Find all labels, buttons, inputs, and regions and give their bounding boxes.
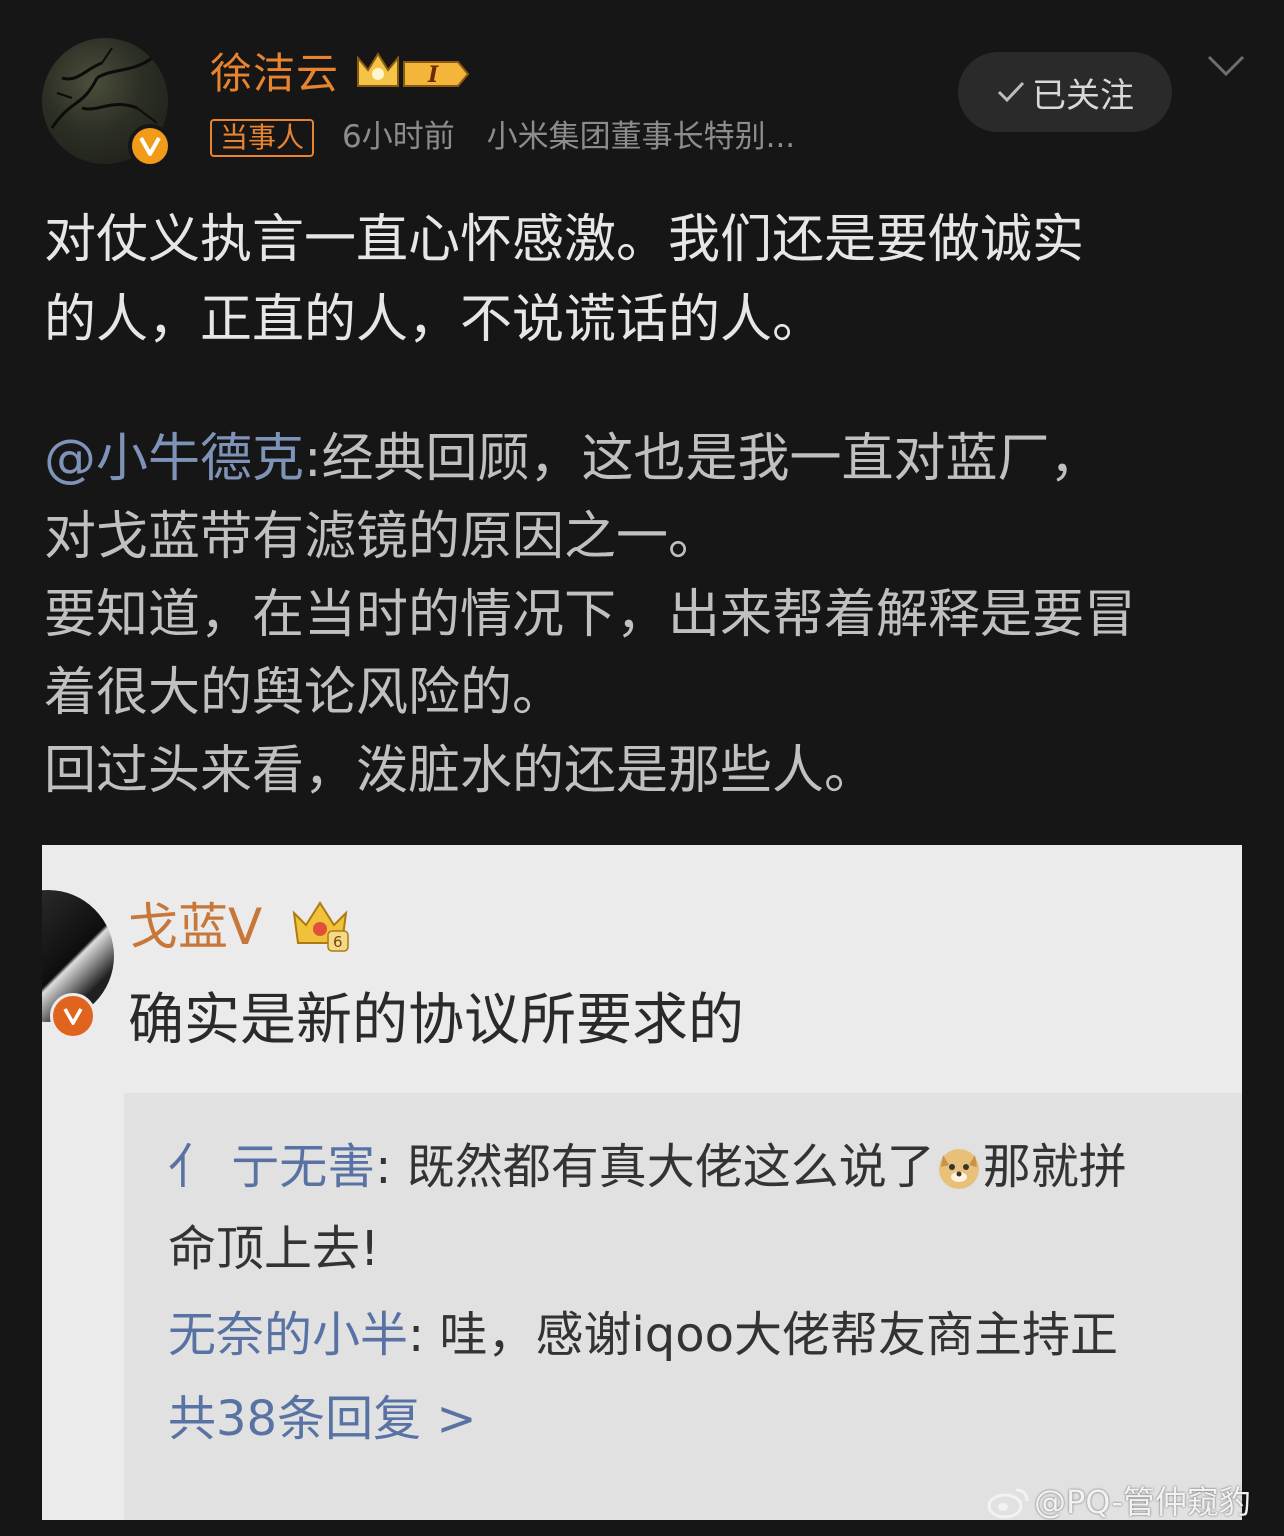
weibo-logo-icon: [986, 1484, 1030, 1520]
embedded-comment: 确实是新的协议所要求的: [128, 988, 744, 1053]
crown-level: 6: [333, 933, 343, 951]
embedded-author-name: 戈蓝V: [128, 898, 263, 956]
mention-link[interactable]: @小牛德克: [44, 429, 304, 489]
quote-line: 对戈蓝带有滤镜的原因之一。: [44, 507, 721, 567]
weibo-post-page: 徐洁云 I 当事人 6小时前 小米集团董事长特别... 已关注 对仗义执言一直心…: [0, 0, 1284, 1536]
replies-box: 亻 亍无害: 既然都有真大佬这么说了 那就拼 命顶上去! 无奈的小半: 哇，感谢i…: [124, 1093, 1242, 1520]
role-tag: 当事人: [210, 119, 315, 157]
level-label: I: [427, 62, 439, 88]
verified-v-icon: [128, 124, 172, 168]
quote-line: 回过头来看，泼脏水的还是那些人。: [44, 741, 877, 801]
check-icon: [996, 79, 1026, 105]
post-text-line: 的人，正直的人，不说谎话的人。: [44, 290, 825, 350]
reposted-text: @小牛德克:经典回顾，这也是我一直对蓝厂， 对戈蓝带有滤镜的原因之一。 要知道，…: [44, 420, 1244, 810]
quote-text: :经典回顾，这也是我一直对蓝厂，: [304, 429, 1102, 489]
reply-text: : 哇，感谢iqoo大佬帮友商主持正: [408, 1307, 1118, 1363]
post-text-line: 对仗义执言一直心怀感激。我们还是要做诚实: [44, 210, 1085, 270]
reply-item: 无奈的小半: 哇，感谢iqoo大佬帮友商主持正: [168, 1291, 1118, 1379]
reply-text-continued: 那就拼: [982, 1139, 1127, 1195]
reply-text: : 既然都有真大佬这么说了: [375, 1139, 935, 1195]
watermark-text: @PQ-管仲窥豹: [1034, 1483, 1251, 1521]
embedded-verified-icon: [50, 993, 96, 1039]
reply-text-line2: 命顶上去!: [168, 1221, 380, 1277]
reply-author: 亻 亍无害: [168, 1139, 376, 1195]
embedded-screenshot[interactable]: 戈蓝V 6 确实是新的协议所要求的 亻 亍无害: 既然都有真大佬这么说了 那就拼 …: [42, 845, 1242, 1520]
quote-line: @小牛德克:经典回顾，这也是我一直对蓝厂，: [44, 420, 1244, 498]
reply-author: 无奈的小半: [168, 1307, 409, 1363]
author-description: 小米集团董事长特别...: [486, 119, 796, 155]
author-name[interactable]: 徐洁云: [210, 46, 339, 102]
following-button[interactable]: 已关注: [958, 52, 1172, 132]
reply-count-link: 共38条回复 >: [168, 1391, 477, 1447]
quote-line: 要知道，在当时的情况下，出来帮着解释是要冒: [44, 585, 1137, 645]
crown-icon: 6: [288, 891, 352, 959]
post-meta: 6小时前 小米集团董事长特别...: [342, 116, 795, 158]
watermark: @PQ-管仲窥豹: [986, 1480, 1251, 1524]
member-level-icon: I: [354, 50, 472, 100]
quote-line: 着很大的舆论风险的。: [44, 663, 565, 723]
post-body: 对仗义执言一直心怀感激。我们还是要做诚实 的人，正直的人，不说谎话的人。: [44, 200, 1244, 360]
doge-emoji-icon: [935, 1131, 983, 1219]
chevron-down-icon[interactable]: [1206, 52, 1246, 84]
post-time: 6小时前: [342, 119, 455, 155]
following-label: 已关注: [1032, 75, 1134, 116]
